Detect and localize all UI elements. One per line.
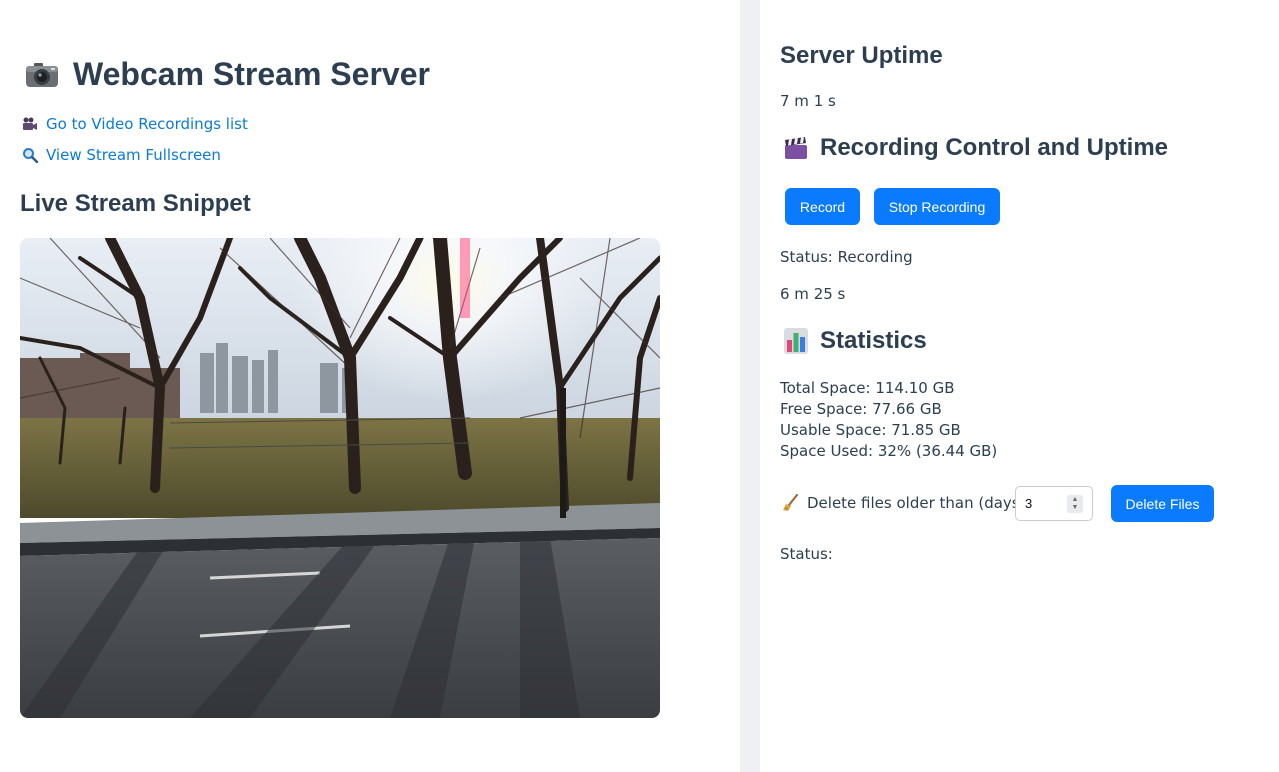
fullscreen-link-label: View Stream Fullscreen [46, 146, 221, 164]
statistics-heading-text: Statistics [820, 327, 927, 354]
page-title: Webcam Stream Server [25, 56, 430, 93]
delete-days-label-text: Delete files older than (days): [807, 494, 1031, 512]
camera-icon [25, 62, 59, 88]
server-uptime-value: 7 m 1 s [780, 92, 836, 110]
delete-files-button[interactable]: Delete Files [1111, 485, 1214, 522]
days-number-input[interactable]: 3 ▲ ▼ [1015, 486, 1093, 521]
video-camera-icon [22, 116, 40, 132]
recording-uptime: 6 m 25 s [780, 285, 846, 303]
space-used: Space Used: 32% (36.44 GB) [780, 442, 998, 460]
free-space: Free Space: 77.66 GB [780, 400, 942, 418]
recording-control-heading: Recording Control and Uptime [784, 134, 1168, 162]
usable-space: Usable Space: 71.85 GB [780, 421, 961, 439]
statistics-heading: Statistics [784, 327, 927, 355]
page-title-text: Webcam Stream Server [73, 56, 430, 92]
recordings-link-label: Go to Video Recordings list [46, 115, 248, 133]
total-space: Total Space: 114.10 GB [780, 379, 955, 397]
live-stream-image[interactable] [20, 238, 660, 718]
delete-days-label: Delete files older than (days): [783, 494, 1031, 512]
delete-status: Status: [780, 545, 833, 563]
clapperboard-icon [784, 136, 808, 160]
storage-stats: Total Space: 114.10 GB Free Space: 77.66… [780, 378, 997, 462]
recordings-list-link[interactable]: Go to Video Recordings list [22, 115, 248, 133]
stop-recording-button[interactable]: Stop Recording [874, 188, 1000, 225]
days-value: 3 [1025, 496, 1033, 511]
recording-status: Status: Recording [780, 248, 913, 266]
chevron-down-icon[interactable]: ▼ [1072, 504, 1079, 512]
recording-control-heading-text: Recording Control and Uptime [820, 134, 1168, 161]
live-stream-heading: Live Stream Snippet [20, 190, 251, 217]
fullscreen-link[interactable]: View Stream Fullscreen [22, 146, 221, 164]
days-stepper[interactable]: ▲ ▼ [1067, 495, 1083, 513]
bar-chart-icon [784, 328, 808, 354]
record-button[interactable]: Record [785, 188, 860, 225]
broom-icon [783, 494, 799, 512]
server-uptime-heading: Server Uptime [780, 42, 943, 69]
magnifier-icon [22, 147, 40, 163]
chevron-up-icon[interactable]: ▲ [1072, 496, 1079, 504]
